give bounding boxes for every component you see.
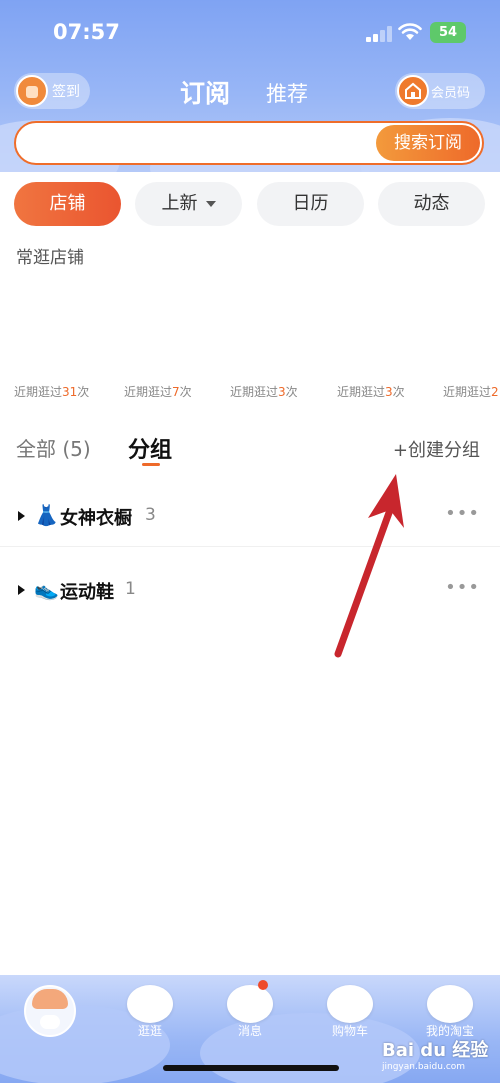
sign-in-icon	[16, 75, 48, 107]
watermark-url: jingyan.baidu.com	[382, 1062, 466, 1072]
frequent-shops-title: 常逛店铺	[16, 248, 84, 268]
messages-mascot-icon	[227, 985, 273, 1023]
recent-visit-label[interactable]: 近期逛过3次	[230, 383, 298, 400]
group-row[interactable]: 👗 女神衣橱 3 •••	[0, 487, 500, 547]
sign-in-label: 签到	[52, 84, 80, 100]
status-time: 07:57	[53, 20, 120, 44]
tab-messages[interactable]: 消息	[205, 975, 295, 1045]
filter-shops[interactable]: 店铺	[14, 182, 121, 226]
filter-updates-label: 动态	[413, 193, 450, 214]
group-row[interactable]: 👟 运动鞋 1 •••	[0, 561, 500, 621]
tab-groups[interactable]: 分组	[128, 432, 172, 464]
filter-updates[interactable]: 动态	[378, 182, 485, 226]
watermark-logo: Bai du 经验	[382, 1040, 489, 1061]
shop-icon	[397, 75, 429, 107]
filter-new-arrivals[interactable]: 上新	[135, 182, 242, 226]
tab-recommend[interactable]: 推荐	[266, 78, 308, 108]
active-tab-underline	[142, 463, 160, 466]
recent-visit-label[interactable]: 近期逛过2	[443, 383, 499, 400]
filter-shops-label: 店铺	[49, 193, 86, 214]
sneaker-icon: 👟	[34, 577, 59, 601]
filter-new-arrivals-label: 上新	[161, 193, 198, 214]
group-name: 女神衣橱	[60, 508, 132, 529]
tab-all-shops[interactable]: 全部 (5)	[16, 433, 91, 462]
tab-browse[interactable]: 逛逛	[105, 975, 195, 1045]
member-code-label: 会员码	[431, 86, 471, 101]
tab-my-taobao[interactable]: 我的淘宝	[405, 975, 495, 1045]
expand-triangle-icon[interactable]	[18, 585, 25, 595]
group-count: 1	[125, 579, 136, 599]
filter-calendar-label: 日历	[292, 193, 329, 214]
battery-indicator: 54	[430, 22, 466, 43]
search-bar: 搜索订阅	[14, 121, 484, 165]
tab-cart[interactable]: 购物车	[305, 975, 395, 1045]
cellular-signal-icon	[366, 26, 392, 42]
group-name: 运动鞋	[60, 582, 114, 603]
more-options-icon[interactable]: •••	[445, 577, 480, 598]
sign-in-button[interactable]: 签到	[14, 73, 90, 109]
wifi-icon	[398, 23, 422, 40]
browse-mascot-icon	[127, 985, 173, 1023]
home-mascot-icon[interactable]	[24, 985, 76, 1037]
cart-mascot-icon	[327, 985, 373, 1023]
watermark: Bai du 经验 jingyan.baidu.com	[382, 1036, 488, 1072]
status-bar: 07:57 54	[0, 0, 500, 66]
filter-calendar[interactable]: 日历	[257, 182, 364, 226]
search-subscribe-button[interactable]: 搜索订阅	[376, 125, 480, 161]
recent-visit-label[interactable]: 近期逛过31次	[14, 383, 89, 400]
home-indicator	[163, 1065, 339, 1071]
chevron-down-icon	[205, 201, 216, 207]
house-icon	[405, 82, 421, 99]
notification-badge	[258, 980, 268, 990]
create-group-button[interactable]: +创建分组	[393, 436, 480, 462]
battery-level: 54	[438, 25, 458, 40]
divider	[0, 546, 500, 547]
member-code-button[interactable]: 会员码	[395, 73, 485, 109]
recent-visits-row: 近期逛过31次 近期逛过7次 近期逛过3次 近期逛过3次 近期逛过2	[0, 383, 500, 403]
profile-mascot-icon	[427, 985, 473, 1023]
recent-visit-label[interactable]: 近期逛过3次	[337, 383, 405, 400]
dress-icon: 👗	[34, 503, 59, 527]
tab-browse-label: 逛逛	[137, 1024, 162, 1038]
tab-subscribe[interactable]: 订阅	[180, 74, 230, 110]
annotation-arrow-icon	[334, 474, 404, 658]
search-input[interactable]	[32, 133, 362, 149]
tab-messages-label: 消息	[237, 1024, 262, 1038]
recent-visit-label[interactable]: 近期逛过7次	[124, 383, 192, 400]
expand-triangle-icon[interactable]	[18, 511, 25, 521]
more-options-icon[interactable]: •••	[445, 503, 480, 524]
group-count: 3	[145, 505, 156, 525]
